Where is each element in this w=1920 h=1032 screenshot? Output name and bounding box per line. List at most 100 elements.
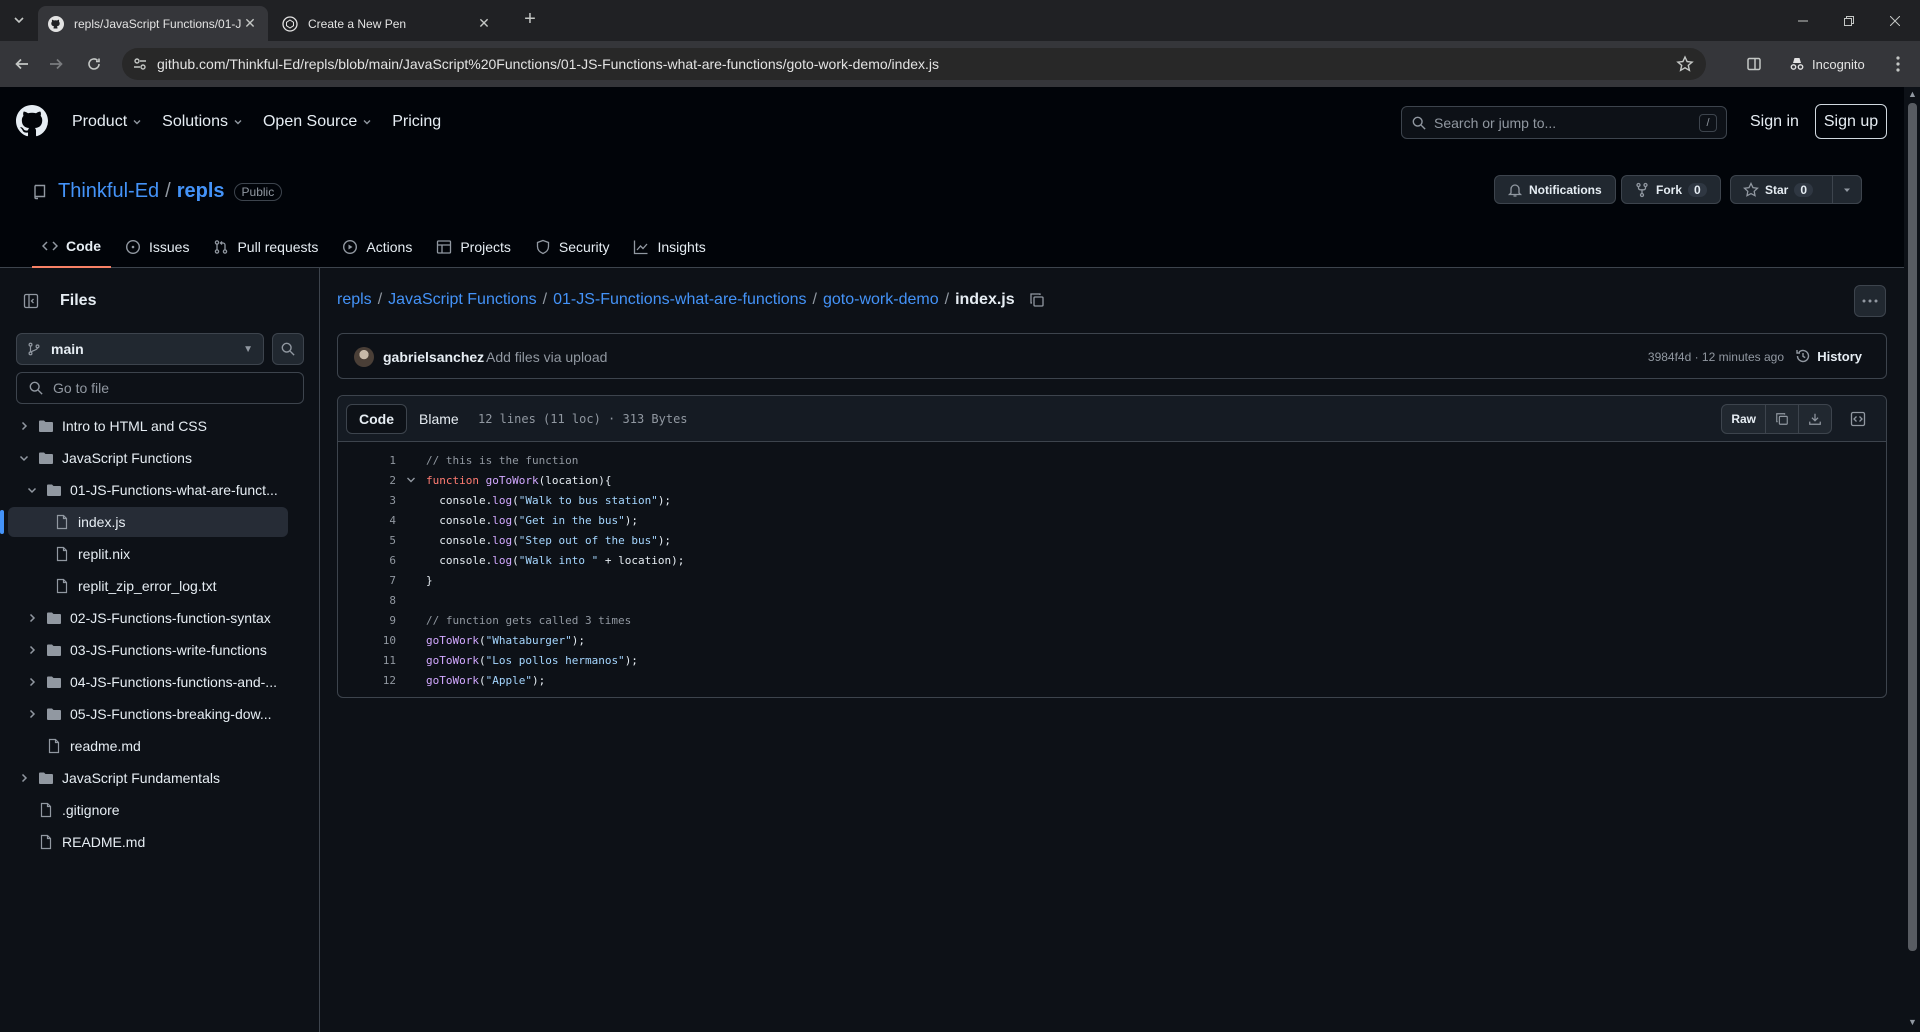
tree-folder[interactable]: 02-JS-Functions-function-syntax	[8, 603, 288, 633]
commit-message[interactable]: Add files via upload	[486, 349, 607, 365]
github-logo-icon[interactable]	[16, 105, 48, 137]
close-window-button[interactable]	[1872, 0, 1918, 41]
nav-open-source[interactable]: Open Source	[263, 113, 372, 131]
fold-chevron-icon[interactable]	[396, 475, 426, 485]
tab-issues[interactable]: Issues	[115, 226, 199, 268]
tab-projects[interactable]: Projects	[426, 226, 521, 268]
bookmark-star-icon[interactable]	[1676, 55, 1694, 73]
branch-name: main	[51, 341, 84, 357]
chevron-right-icon[interactable]	[24, 708, 40, 720]
collapse-sidebar-icon[interactable]	[16, 286, 46, 316]
tree-folder[interactable]: Intro to HTML and CSS	[8, 411, 288, 441]
line-number[interactable]: 8	[338, 594, 396, 607]
tree-folder[interactable]: JavaScript Functions	[8, 443, 288, 473]
tab-security[interactable]: Security	[525, 226, 620, 268]
tree-file[interactable]: .gitignore	[8, 795, 288, 825]
close-tab-icon[interactable]: ✕	[476, 15, 492, 32]
incognito-indicator[interactable]: Incognito	[1778, 48, 1874, 80]
breadcrumb-link[interactable]: goto-work-demo	[823, 291, 939, 309]
chevron-right-icon[interactable]	[16, 772, 32, 784]
browser-menu-icon[interactable]	[1884, 50, 1912, 78]
chevron-right-icon[interactable]	[24, 676, 40, 688]
history-button[interactable]: History	[1795, 348, 1862, 364]
global-search-input[interactable]: Search or jump to... /	[1401, 106, 1727, 139]
breadcrumb-link[interactable]: 01-JS-Functions-what-are-functions	[553, 291, 806, 309]
breadcrumb-link[interactable]: repls	[337, 291, 372, 309]
tree-file[interactable]: replit_zip_error_log.txt	[8, 571, 288, 601]
line-number[interactable]: 6	[338, 554, 396, 567]
scroll-down-icon[interactable]: ▼	[1908, 1017, 1917, 1027]
line-number[interactable]: 5	[338, 534, 396, 547]
blame-view-button[interactable]: Blame	[407, 404, 471, 434]
line-number[interactable]: 9	[338, 614, 396, 627]
chevron-right-icon[interactable]	[24, 644, 40, 656]
tree-folder[interactable]: 04-JS-Functions-functions-and-...	[8, 667, 288, 697]
tree-file[interactable]: README.md	[8, 827, 288, 857]
line-number[interactable]: 2	[338, 474, 396, 487]
page-scrollbar[interactable]: ▲ ▼	[1904, 87, 1920, 1032]
nav-solutions[interactable]: Solutions	[162, 113, 243, 131]
notifications-button[interactable]: Notifications	[1494, 175, 1616, 204]
code-view-button[interactable]: Code	[346, 404, 407, 434]
tree-file[interactable]: index.js	[8, 507, 288, 537]
sign-up-button[interactable]: Sign up	[1815, 104, 1887, 139]
avatar[interactable]	[354, 347, 374, 367]
restore-button[interactable]	[1826, 0, 1872, 41]
tree-file[interactable]: replit.nix	[8, 539, 288, 569]
tab-pull-requests[interactable]: Pull requests	[203, 226, 328, 268]
nav-pricing[interactable]: Pricing	[392, 113, 441, 131]
tab-insights[interactable]: Insights	[623, 226, 715, 268]
star-list-dropdown[interactable]	[1832, 175, 1862, 204]
tree-folder[interactable]: 03-JS-Functions-write-functions	[8, 635, 288, 665]
tab-search-dropdown[interactable]	[6, 8, 32, 32]
tree-folder[interactable]: 01-JS-Functions-what-are-funct...	[8, 475, 288, 505]
back-button[interactable]	[8, 50, 36, 78]
go-to-file-input[interactable]: Go to file	[16, 372, 304, 404]
tab-actions[interactable]: Actions	[332, 226, 422, 268]
tree-folder[interactable]: 05-JS-Functions-breaking-dow...	[8, 699, 288, 729]
more-options-button[interactable]	[1854, 285, 1886, 317]
symbols-panel-button[interactable]	[1842, 404, 1874, 434]
minimize-button[interactable]	[1780, 0, 1826, 41]
commit-meta[interactable]: 3984f4d · 12 minutes ago	[1648, 350, 1784, 364]
line-number[interactable]: 3	[338, 494, 396, 507]
breadcrumb-link[interactable]: JavaScript Functions	[388, 291, 537, 309]
chevron-right-icon[interactable]	[24, 612, 40, 624]
repo-name-link[interactable]: repls	[177, 180, 225, 203]
download-button[interactable]	[1799, 405, 1831, 433]
address-bar[interactable]: github.com/Thinkful-Ed/repls/blob/main/J…	[122, 48, 1706, 80]
side-panel-icon[interactable]	[1740, 50, 1768, 78]
commit-author-link[interactable]: gabrielsanchez	[383, 349, 484, 365]
tree-folder[interactable]: JavaScript Fundamentals	[8, 763, 288, 793]
repo-owner-link[interactable]: Thinkful-Ed	[58, 180, 159, 203]
copy-path-icon[interactable]	[1029, 292, 1045, 308]
copy-raw-button[interactable]	[1766, 405, 1799, 433]
line-number[interactable]: 12	[338, 674, 396, 687]
line-number[interactable]: 4	[338, 514, 396, 527]
site-info-icon[interactable]	[132, 56, 148, 72]
browser-tab-codepen[interactable]: Create a New Pen ✕	[272, 6, 502, 41]
browser-tab-github[interactable]: repls/JavaScript Functions/01-JS ✕	[38, 6, 268, 41]
file-search-button[interactable]	[272, 333, 304, 365]
new-tab-button[interactable]: +	[520, 9, 540, 30]
branch-selector[interactable]: main ▼	[16, 333, 264, 365]
tree-file[interactable]: readme.md	[8, 731, 288, 761]
chevron-down-icon[interactable]	[24, 484, 40, 496]
line-number[interactable]: 1	[338, 454, 396, 467]
forward-button[interactable]	[42, 50, 70, 78]
nav-product[interactable]: Product	[72, 113, 142, 131]
scroll-up-icon[interactable]: ▲	[1908, 89, 1917, 99]
scrollbar-thumb[interactable]	[1908, 103, 1917, 951]
tab-code[interactable]: Code	[32, 226, 111, 268]
chevron-down-icon[interactable]	[16, 452, 32, 464]
reload-button[interactable]	[80, 50, 108, 78]
sign-in-link[interactable]: Sign in	[1750, 113, 1799, 131]
chevron-right-icon[interactable]	[16, 420, 32, 432]
fork-button[interactable]: Fork 0	[1621, 175, 1721, 204]
raw-button[interactable]: Raw	[1722, 405, 1766, 433]
line-number[interactable]: 7	[338, 574, 396, 587]
line-number[interactable]: 11	[338, 654, 396, 667]
close-tab-icon[interactable]: ✕	[242, 15, 258, 32]
line-number[interactable]: 10	[338, 634, 396, 647]
repo-title: Thinkful-Ed / repls Public	[32, 180, 283, 203]
